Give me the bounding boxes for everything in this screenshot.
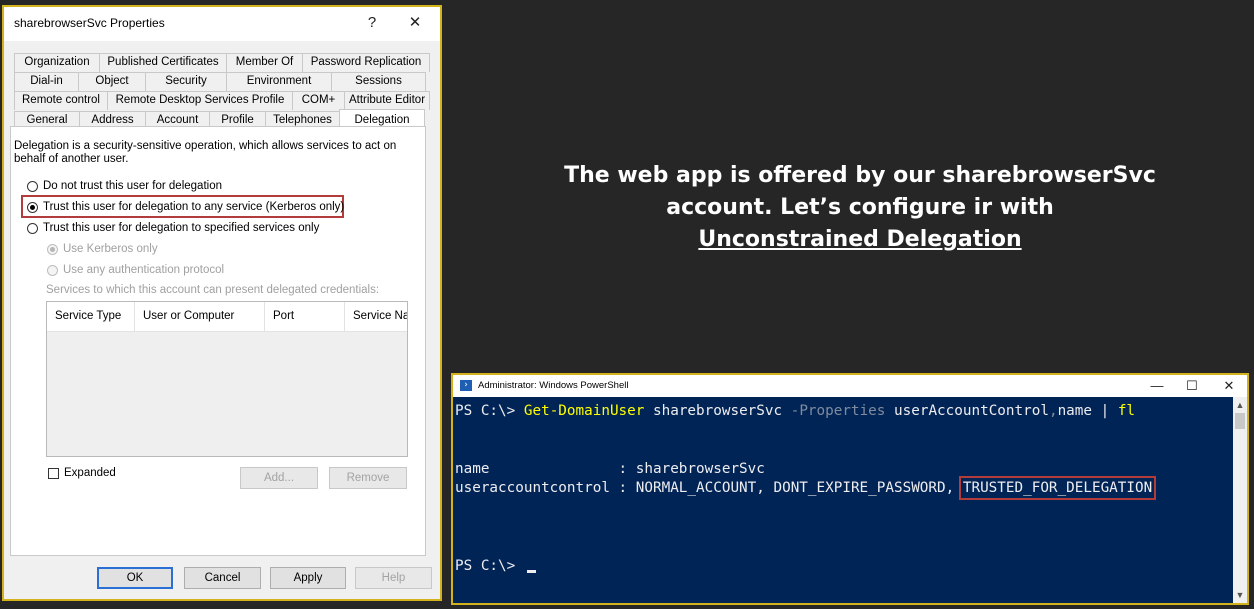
tab-com-plus[interactable]: COM+ [292, 91, 345, 110]
tab-row-2: Dial-in Object Security Environment Sess… [14, 72, 430, 91]
cancel-button[interactable]: Cancel [184, 567, 261, 589]
add-button[interactable]: Add... [240, 467, 318, 489]
output-value: sharebrowserSvc [635, 461, 765, 477]
parameter: -Properties [790, 403, 886, 419]
close-icon[interactable]: ✕ [1214, 377, 1244, 395]
help-button[interactable]: Help [355, 567, 432, 589]
radio-button-icon[interactable] [27, 222, 38, 234]
radio-no-delegation[interactable]: Do not trust this user for delegation [27, 178, 222, 194]
cmdlet: fl [1117, 403, 1136, 419]
minimize-icon[interactable]: — [1142, 377, 1172, 395]
dialog-title: sharebrowserSvc Properties [14, 16, 165, 30]
maximize-icon[interactable]: ☐ [1177, 377, 1207, 395]
radio-unconstrained-delegation[interactable]: Trust this user for delegation to any se… [27, 199, 344, 215]
listview-header: Service Type User or Computer Port Servi… [47, 302, 407, 332]
powershell-icon: › [460, 380, 472, 391]
delegation-description: Delegation is a security-sensitive opera… [14, 140, 397, 165]
cmdlet: Get-DomainUser [523, 403, 645, 419]
caption-line-3: Unconstrained Delegation [698, 227, 1022, 252]
tab-rds-profile[interactable]: Remote Desktop Services Profile [107, 91, 293, 110]
tab-security[interactable]: Security [145, 72, 227, 91]
prompt: PS C:\> [455, 558, 524, 574]
help-icon[interactable]: ? [357, 11, 387, 35]
output-flag: TRUSTED_FOR_DELEGATION [958, 476, 1157, 500]
column-port[interactable]: Port [265, 302, 345, 331]
vertical-scrollbar[interactable]: ▲ ▼ [1233, 397, 1247, 603]
radio-constrained-delegation[interactable]: Trust this user for delegation to specif… [27, 220, 319, 236]
tab-attribute-editor[interactable]: Attribute Editor [344, 91, 430, 110]
prompt-line: PS C:\> [455, 557, 536, 577]
tab-password-replication[interactable]: Password Replication [302, 53, 430, 72]
ok-button[interactable]: OK [97, 567, 173, 589]
radio-button-icon[interactable] [47, 264, 58, 276]
checkbox-icon[interactable] [48, 467, 59, 479]
command-line: PS C:\> Get-DomainUser sharebrowserSvc -… [455, 402, 1135, 422]
services-listview[interactable]: Service Type User or Computer Port Servi… [46, 301, 408, 457]
argument: userAccountControl [885, 403, 1049, 419]
tab-member-of[interactable]: Member Of [226, 53, 303, 72]
radio-label: Use Kerberos only [63, 243, 158, 255]
scroll-down-icon[interactable]: ▼ [1233, 590, 1247, 600]
pipe: | [1092, 403, 1118, 419]
prompt: PS C:\> [455, 403, 524, 419]
radio-any-protocol[interactable]: Use any authentication protocol [47, 262, 224, 278]
tab-object[interactable]: Object [78, 72, 146, 91]
radio-button-icon[interactable] [27, 180, 38, 192]
output-name-line: name : sharebrowserSvc [455, 460, 765, 480]
caption-text: The web app is offered by our sharebrows… [520, 160, 1200, 256]
tab-row-1: Organization Published Certificates Memb… [14, 53, 430, 72]
radio-kerberos-only[interactable]: Use Kerberos only [47, 241, 158, 257]
apply-button[interactable]: Apply [270, 567, 346, 589]
tab-published-certificates[interactable]: Published Certificates [99, 53, 227, 72]
argument: name [1057, 403, 1092, 419]
expanded-checkbox[interactable]: Expanded [48, 467, 116, 479]
output-value: NORMAL_ACCOUNT, DONT_EXPIRE_PASSWORD, [635, 480, 963, 496]
tab-row-3: Remote control Remote Desktop Services P… [14, 91, 430, 110]
radio-label: Do not trust this user for delegation [43, 180, 222, 192]
expanded-label: Expanded [64, 467, 116, 479]
tab-organization[interactable]: Organization [14, 53, 100, 72]
powershell-title: Administrator: Windows PowerShell [478, 380, 629, 391]
radio-button-selected-icon[interactable] [47, 243, 58, 255]
scroll-up-icon[interactable]: ▲ [1233, 400, 1247, 410]
argument: sharebrowserSvc [644, 403, 791, 419]
scroll-thumb[interactable] [1235, 413, 1245, 429]
radio-label: Trust this user for delegation to any se… [43, 201, 345, 213]
column-service-name[interactable]: Service Na [345, 302, 407, 331]
caption-line-2: account. Let’s configure ir with [666, 195, 1054, 220]
powershell-window: › Administrator: Windows PowerShell — ☐ … [451, 373, 1249, 605]
tab-environment[interactable]: Environment [226, 72, 332, 91]
close-icon[interactable]: ✕ [400, 11, 430, 35]
remove-button[interactable]: Remove [329, 467, 407, 489]
powershell-titlebar: › Administrator: Windows PowerShell — ☐ … [453, 375, 1247, 397]
output-uac-line: useraccountcontrol : NORMAL_ACCOUNT, DON… [455, 476, 1157, 500]
output-key: useraccountcontrol : [455, 480, 636, 496]
caption-line-1: The web app is offered by our sharebrows… [564, 163, 1156, 188]
separator: , [1048, 403, 1058, 419]
tab-sessions[interactable]: Sessions [331, 72, 426, 91]
column-service-type[interactable]: Service Type [47, 302, 135, 331]
tab-remote-control[interactable]: Remote control [14, 91, 108, 110]
radio-button-selected-icon[interactable] [27, 201, 38, 213]
radio-label: Use any authentication protocol [63, 264, 225, 276]
radio-label: Trust this user for delegation to specif… [43, 222, 320, 234]
dialog-titlebar: sharebrowserSvc Properties ? ✕ [4, 7, 440, 41]
column-user-or-computer[interactable]: User or Computer [135, 302, 265, 331]
services-label: Services to which this account can prese… [46, 284, 380, 296]
tab-dial-in[interactable]: Dial-in [14, 72, 79, 91]
output-key: name : [455, 461, 636, 477]
console-output[interactable]: PS C:\> Get-DomainUser sharebrowserSvc -… [455, 398, 1231, 603]
text-cursor [526, 570, 536, 573]
